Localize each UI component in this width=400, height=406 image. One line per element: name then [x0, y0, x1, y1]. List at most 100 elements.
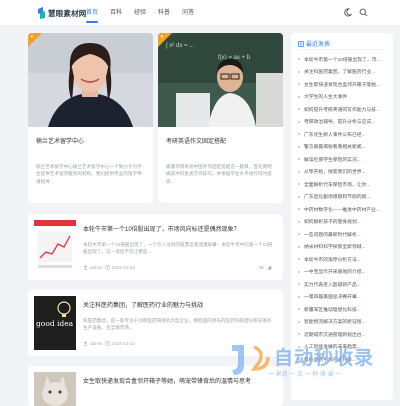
article-title[interactable]: 楠兰艺术留学中心 [36, 136, 84, 145]
recent-post-title[interactable]: 纳米材料科学探索全新领域... [304, 243, 366, 250]
bullet-dot-icon [298, 158, 300, 161]
recent-post-item[interactable]: 如何提升考研英语的写作能力与技... [298, 103, 388, 116]
recent-post-item[interactable]: 全面解析代车保险市场，让你... [298, 178, 388, 191]
recent-post-item[interactable]: 纳米材料科学探索全新领域... [298, 241, 388, 254]
nav-item-encyclopedia[interactable]: 百科 [110, 0, 122, 26]
recent-posts-icon [298, 40, 304, 47]
recent-post-item[interactable]: 考研政治辅导，提升分析与应试... [298, 116, 388, 129]
search-icon[interactable] [359, 8, 368, 17]
recent-post-title[interactable]: 警方披露揭秘看看相关新闻... [304, 143, 366, 150]
logo-text: 慧眼素材网 [48, 8, 87, 18]
recent-post-item[interactable]: 中药材数字化——推进中药材产业... [298, 203, 388, 216]
nav-item-experience[interactable]: 经验 [134, 0, 146, 26]
recent-post-title[interactable]: 大学生的人生大事件 [304, 93, 347, 100]
bullet-dot-icon [298, 320, 300, 323]
recent-post-item[interactable]: 一第四届美国总决赛开幕... [298, 291, 388, 304]
recent-post-item[interactable]: 本轮牛市第一个10倍股出现了，市... [298, 53, 388, 66]
article-excerpt: 被邀考研英语中国考作固定搭配这一题目，首先要明确其中的各类写作技巧，并根据学生水… [166, 164, 272, 184]
recent-post-title[interactable]: 本轮牛市第一个10倍股出现了，市... [304, 56, 381, 63]
recent-post-item[interactable]: 从零开始，探索我们的世界... [298, 166, 388, 179]
article-title[interactable]: 考研英语作文固定搭配 [166, 136, 226, 145]
view-eye-icon [259, 265, 264, 270]
recent-post-title[interactable]: 全面解析代车保险市场，让你... [304, 181, 370, 188]
article-thumbnail[interactable]: good idea [34, 296, 76, 350]
article-meta: admin 2024-10-22 [83, 341, 137, 346]
article-thumbnail[interactable] [34, 372, 76, 406]
nav-item-home[interactable]: 首页 [86, 0, 99, 26]
recent-post-item[interactable]: 一中宝显示开采基地的介绍... [298, 266, 388, 279]
bullet-dot-icon [298, 95, 300, 98]
article-author[interactable]: admin [90, 265, 103, 270]
bullet-dot-icon [298, 183, 300, 186]
recent-post-title[interactable]: 如何解析孩子的量身规划... [304, 218, 361, 225]
recent-post-title[interactable]: 解读社保学生保险的实况... [304, 156, 361, 163]
bullet-dot-icon [298, 283, 300, 286]
like-thumb-icon[interactable] [267, 265, 272, 270]
nav-item-science[interactable]: 科普 [158, 0, 170, 26]
article-title[interactable]: 女生取快递发现合盒邻开箱子等她，萌宠带锋背后的温情与思考 [83, 376, 251, 385]
article-list-item[interactable]: 本轮牛市第一个10倍股出现了，市场风向标还是偶然现象？ 本轮牛市第一个10倍股出… [28, 214, 283, 280]
recent-post-item[interactable]: 本轮牛市的涨停分析方法... [298, 253, 388, 266]
recent-post-item[interactable]: 关注科医药集团，了解医药行业... [298, 66, 388, 79]
site-logo[interactable]: 慧眼素材网 [37, 6, 87, 20]
sidebar-title-text: 最近发表 [306, 42, 331, 48]
thumbnail-caption: good idea [36, 319, 74, 328]
article-thumbnail[interactable] [34, 220, 76, 274]
cat-photo-thumbnail [34, 372, 76, 406]
recent-post-title[interactable]: 近期城市交通管理新规出台... [304, 331, 366, 338]
recent-post-item[interactable]: 解读社保学生保险的实况... [298, 153, 388, 166]
article-thumbnail[interactable]: ∫ x² dx = ... f(x) = ax + b [158, 33, 283, 127]
article-title[interactable]: 关注科医药集团，了解医药行业的魅力与挑战 [83, 300, 203, 309]
recent-post-title[interactable]: 从零开始，探索我们的世界... [304, 168, 366, 175]
recent-post-title[interactable]: 一第四届美国总决赛开幕... [304, 293, 361, 300]
recent-post-item[interactable]: 实力代表走入超级新产品... [298, 278, 388, 291]
stock-chart-thumbnail [34, 220, 76, 274]
recent-post-title[interactable]: 一中宝显示开采基地的介绍... [304, 268, 366, 275]
watermark-overlay: 自动秒收录 一 来访 一 次 一 秒 收 录 一 [228, 339, 378, 383]
recent-post-title[interactable]: 关注科医药集团，了解医药行业... [304, 68, 375, 75]
article-title[interactable]: 本轮牛市第一个10倍股出现了，市场风向标还是偶然现象？ [83, 224, 240, 233]
recent-post-title[interactable]: 新疆军区推动理想化科技... [304, 306, 361, 313]
article-meta: admin 2024-10-22 [83, 265, 137, 270]
recent-post-item[interactable]: 一些问题的最新时代解析... [298, 228, 388, 241]
recent-posts-list: 本轮牛市第一个10倍股出现了，市... 关注科医药集团，了解医药行业... 女生取快… [298, 53, 388, 366]
article-excerpt: 科医药集团，是一家专注于创新医药研发的大型企业，拥有国内领先的医药科研团队和先进… [83, 318, 272, 331]
portrait-photo [28, 33, 153, 127]
recent-post-title[interactable]: 如何提升考研英语的写作能力与技... [304, 106, 380, 113]
bullet-dot-icon [298, 58, 300, 61]
recent-post-item[interactable]: 大学生的人生大事件 [298, 91, 388, 104]
clock-icon [104, 341, 110, 346]
bullet-dot-icon [298, 333, 300, 336]
recent-post-item[interactable]: 如何解析孩子的量身规划... [298, 216, 388, 229]
recent-post-title[interactable]: 一些问题的最新时代解析... [304, 231, 361, 238]
recent-post-item[interactable]: 智能物流解决方案的新征程... [298, 316, 388, 329]
bullet-dot-icon [298, 220, 300, 223]
recent-post-title[interactable]: 广东优生新人事件公布已经... [304, 131, 366, 138]
bullet-dot-icon [298, 133, 300, 136]
recent-post-title[interactable]: 考研政治辅导，提升分析与应试... [304, 118, 375, 125]
article-excerpt: 楠兰艺术留学中心楠兰艺术留学中心一个致力于为学生提供艺术留学服务的机构，我们提供… [36, 164, 142, 184]
recent-post-title[interactable]: 实力代表走入超级新产品... [304, 281, 361, 288]
watermark-text: 自动秒收录 [274, 348, 375, 369]
recent-post-title[interactable]: 广东启化剧场增额和节假的新... [304, 193, 370, 200]
article-thumbnail[interactable] [28, 33, 153, 127]
nav-item-qa[interactable]: 问答 [182, 0, 194, 26]
article-author[interactable]: admin [90, 341, 103, 346]
recent-post-title[interactable]: 智能物流解决方案的新征程... [304, 318, 366, 325]
recent-post-title[interactable]: 中药材数字化——推进中药材产业... [304, 206, 380, 213]
recent-post-item[interactable]: 新疆军区推动理想化科技... [298, 303, 388, 316]
bullet-dot-icon [298, 270, 300, 273]
article-card[interactable]: ✦ 楠兰艺术留学中心 楠兰艺术留学中心楠兰艺术留学中心一个致力于为学生提供艺术留… [28, 33, 153, 203]
recent-post-title[interactable]: 本轮牛市的涨停分析方法... [304, 256, 361, 263]
recent-post-item[interactable]: 女生取快递发现合盒邻开箱子等她... [298, 78, 388, 91]
sidebar-title: 最近发表 [298, 39, 330, 48]
recent-post-item[interactable]: 警方披露揭秘看看相关新闻... [298, 141, 388, 154]
bullet-dot-icon [298, 258, 300, 261]
bullet-dot-icon [298, 145, 300, 148]
recent-post-item[interactable]: 广东启化剧场增额和节假的新... [298, 191, 388, 204]
article-card[interactable]: ∫ x² dx = ... f(x) = ax + b ✦ 考研英语作文固定搭配… [158, 33, 283, 203]
recent-post-item[interactable]: 广东优生新人事件公布已经... [298, 128, 388, 141]
classroom-photo: ∫ x² dx = ... f(x) = ax + b [158, 33, 283, 127]
dark-mode-moon-icon[interactable] [343, 8, 352, 17]
recent-post-title[interactable]: 女生取快递发现合盒邻开箱子等她... [304, 81, 380, 88]
